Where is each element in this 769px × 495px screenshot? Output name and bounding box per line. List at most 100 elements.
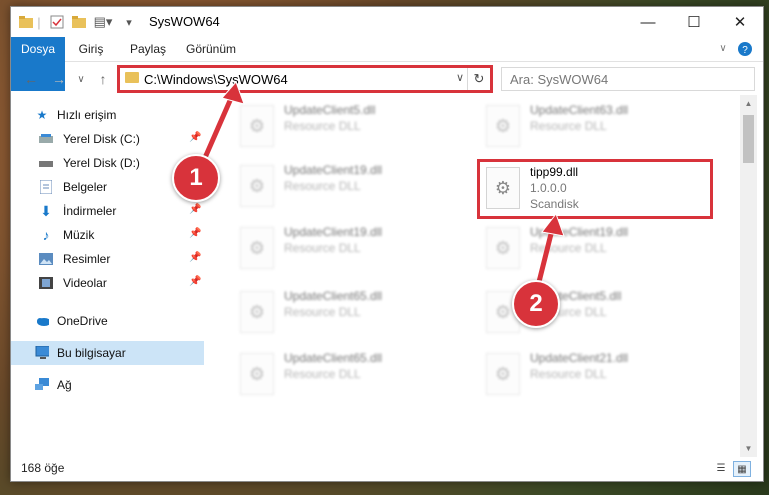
refresh-icon[interactable]: ↻ — [467, 68, 490, 90]
customize-quick-access-icon[interactable]: ▤▾ — [93, 14, 113, 30]
sidebar-item-label: Ağ — [57, 378, 72, 392]
sidebar-item-this-pc[interactable]: Bu bilgisayar — [11, 341, 204, 365]
gear-file-icon: ⚙ — [486, 167, 520, 209]
sidebar-item-network[interactable]: Ağ — [11, 373, 204, 397]
file-item[interactable]: ⚙ UpdateClient5.dll Resource DLL — [226, 99, 456, 153]
sidebar-item-videos[interactable]: Videolar 📌 — [11, 271, 204, 295]
window-title: SysWOW64 — [149, 14, 220, 29]
file-item[interactable]: ⚙ UpdateClient19.dll Resource DLL — [226, 159, 456, 213]
file-name: UpdateClient21.dll — [530, 351, 629, 365]
search-input[interactable]: Ara: SysWOW64 — [501, 67, 755, 91]
status-bar: 168 öğe ☰ ▦ — [11, 457, 763, 481]
file-item[interactable]: ⚙ UpdateClient65.dll Resource DLL — [226, 347, 456, 401]
tab-share[interactable]: Paylaş — [123, 37, 173, 61]
sidebar-item-label: Yerel Disk (D:) — [63, 156, 140, 170]
file-item[interactable]: ⚙ UpdateClient19.dll Resource DLL — [226, 221, 456, 275]
help-icon[interactable]: ? — [737, 37, 753, 61]
sidebar-item-label: Videolar — [63, 276, 107, 290]
network-icon — [35, 378, 49, 392]
download-icon: ⬇ — [40, 202, 52, 219]
sidebar-item-local-disk-c[interactable]: Yerel Disk (C:) 📌 — [11, 127, 204, 151]
quick-access-dropdown-icon[interactable]: ▾ — [123, 14, 135, 30]
title-bar: | ▤▾ ▾ SysWOW64 — ☐ ✕ — [11, 7, 763, 37]
pin-icon: 📌 — [189, 276, 202, 287]
sidebar-item-label: İndirmeler — [63, 204, 117, 218]
maximize-button[interactable]: ☐ — [671, 7, 717, 37]
vertical-scrollbar[interactable]: ▲ ▼ — [740, 95, 757, 457]
details-view-icon[interactable]: ☰ — [713, 461, 729, 475]
file-item[interactable]: ⚙ UpdateClient63.dll Resource DLL — [472, 99, 702, 153]
file-name: UpdateClient19.dll — [530, 225, 629, 239]
file-item[interactable]: ⚙ UpdateClient5.dll Resource DLL — [472, 285, 702, 339]
scroll-thumb[interactable] — [743, 115, 754, 163]
file-version: 1.0.0.0 — [530, 181, 567, 195]
pin-icon: 📌 — [189, 132, 202, 143]
sidebar-item-pictures[interactable]: Resimler 📌 — [11, 247, 204, 271]
navigation-bar: ← → ∨ ↑ C:\Windows\SysWOW64 ∨ ↻ Ara: Sys… — [11, 65, 763, 93]
file-name: UpdateClient19.dll — [284, 225, 383, 239]
close-button[interactable]: ✕ — [717, 7, 763, 37]
up-button[interactable]: ↑ — [93, 69, 113, 89]
file-description: Resource DLL — [284, 119, 361, 133]
cloud-icon — [35, 314, 49, 328]
scroll-down-icon[interactable]: ▼ — [740, 440, 757, 457]
sidebar-item-label: Yerel Disk (C:) — [63, 132, 140, 146]
gear-file-icon: ⚙ — [486, 353, 520, 395]
file-name: UpdateClient19.dll — [284, 163, 383, 177]
file-name: UpdateClient63.dll — [530, 103, 629, 117]
properties-icon[interactable] — [49, 14, 65, 30]
file-description: Resource DLL — [284, 367, 361, 381]
ribbon-tabs: Dosya Giriş Paylaş Görünüm ∨ ? — [11, 37, 763, 91]
drive-icon — [39, 156, 53, 170]
file-description: Resource DLL — [530, 241, 607, 255]
gear-file-icon: ⚙ — [486, 227, 520, 269]
music-icon: ♪ — [42, 227, 50, 243]
file-item[interactable]: ⚙ UpdateClient21.dll Resource DLL — [472, 347, 702, 401]
sidebar-item-onedrive[interactable]: OneDrive — [11, 309, 204, 333]
forward-button[interactable]: → — [49, 69, 69, 89]
sidebar-item-label: Hızlı erişim — [57, 108, 117, 122]
sidebar-item-label: Belgeler — [63, 180, 108, 194]
address-path[interactable]: C:\Windows\SysWOW64 — [144, 72, 288, 87]
search-placeholder: Ara: SysWOW64 — [510, 72, 609, 87]
large-icons-view-icon[interactable]: ▦ — [733, 461, 751, 477]
address-bar[interactable]: C:\Windows\SysWOW64 ∨ ↻ — [119, 67, 491, 91]
pin-icon: 📌 — [189, 228, 202, 239]
computer-icon — [35, 346, 49, 360]
minimize-button[interactable]: — — [625, 7, 671, 37]
file-item[interactable]: ⚙ UpdateClient19.dll Resource DLL — [472, 221, 702, 275]
sidebar-item-quick-access[interactable]: ★ Hızlı erişim — [11, 103, 204, 127]
step-one-callout: 1 — [172, 154, 220, 202]
tab-view[interactable]: Görünüm — [183, 37, 239, 61]
file-item[interactable]: ⚙ UpdateClient65.dll Resource DLL — [226, 285, 456, 339]
file-name: UpdateClient65.dll — [284, 289, 383, 303]
new-folder-icon[interactable] — [71, 14, 87, 30]
gear-file-icon: ⚙ — [240, 105, 274, 147]
tab-home[interactable]: Giriş — [71, 37, 111, 61]
sidebar-item-music[interactable]: ♪ Müzik 📌 — [11, 223, 204, 247]
pin-icon: 📌 — [189, 252, 202, 263]
sidebar-item-label: OneDrive — [57, 314, 108, 328]
sidebar-item-label: Resimler — [63, 252, 111, 266]
file-description: Resource DLL — [284, 241, 361, 255]
file-name: UpdateClient65.dll — [284, 351, 383, 365]
back-button[interactable]: ← — [21, 69, 41, 89]
sidebar-item-label: Müzik — [63, 228, 95, 242]
address-dropdown-icon[interactable]: ∨ — [456, 71, 464, 84]
expand-ribbon-icon[interactable]: ∨ — [715, 37, 731, 61]
pin-icon: 📌 — [189, 204, 202, 215]
file-name: UpdateClient5.dll — [284, 103, 376, 117]
file-description: Resource DLL — [530, 119, 607, 133]
gear-file-icon: ⚙ — [486, 105, 520, 147]
file-name: tipp99.dll — [530, 165, 579, 179]
target-dll-file[interactable]: ⚙ tipp99.dll 1.0.0.0 Scandisk — [472, 161, 702, 215]
navigation-pane: ★ Hızlı erişim Yerel Disk (C:) 📌 Yerel D… — [11, 99, 204, 455]
documents-icon — [39, 180, 53, 194]
scroll-up-icon[interactable]: ▲ — [740, 95, 757, 112]
pictures-icon — [39, 252, 53, 266]
recent-locations-icon[interactable]: ∨ — [71, 69, 91, 89]
gear-file-icon: ⚙ — [240, 291, 274, 333]
file-company: Scandisk — [530, 197, 579, 211]
svg-text:?: ? — [742, 45, 748, 56]
sidebar-item-downloads[interactable]: ⬇ İndirmeler 📌 — [11, 199, 204, 223]
